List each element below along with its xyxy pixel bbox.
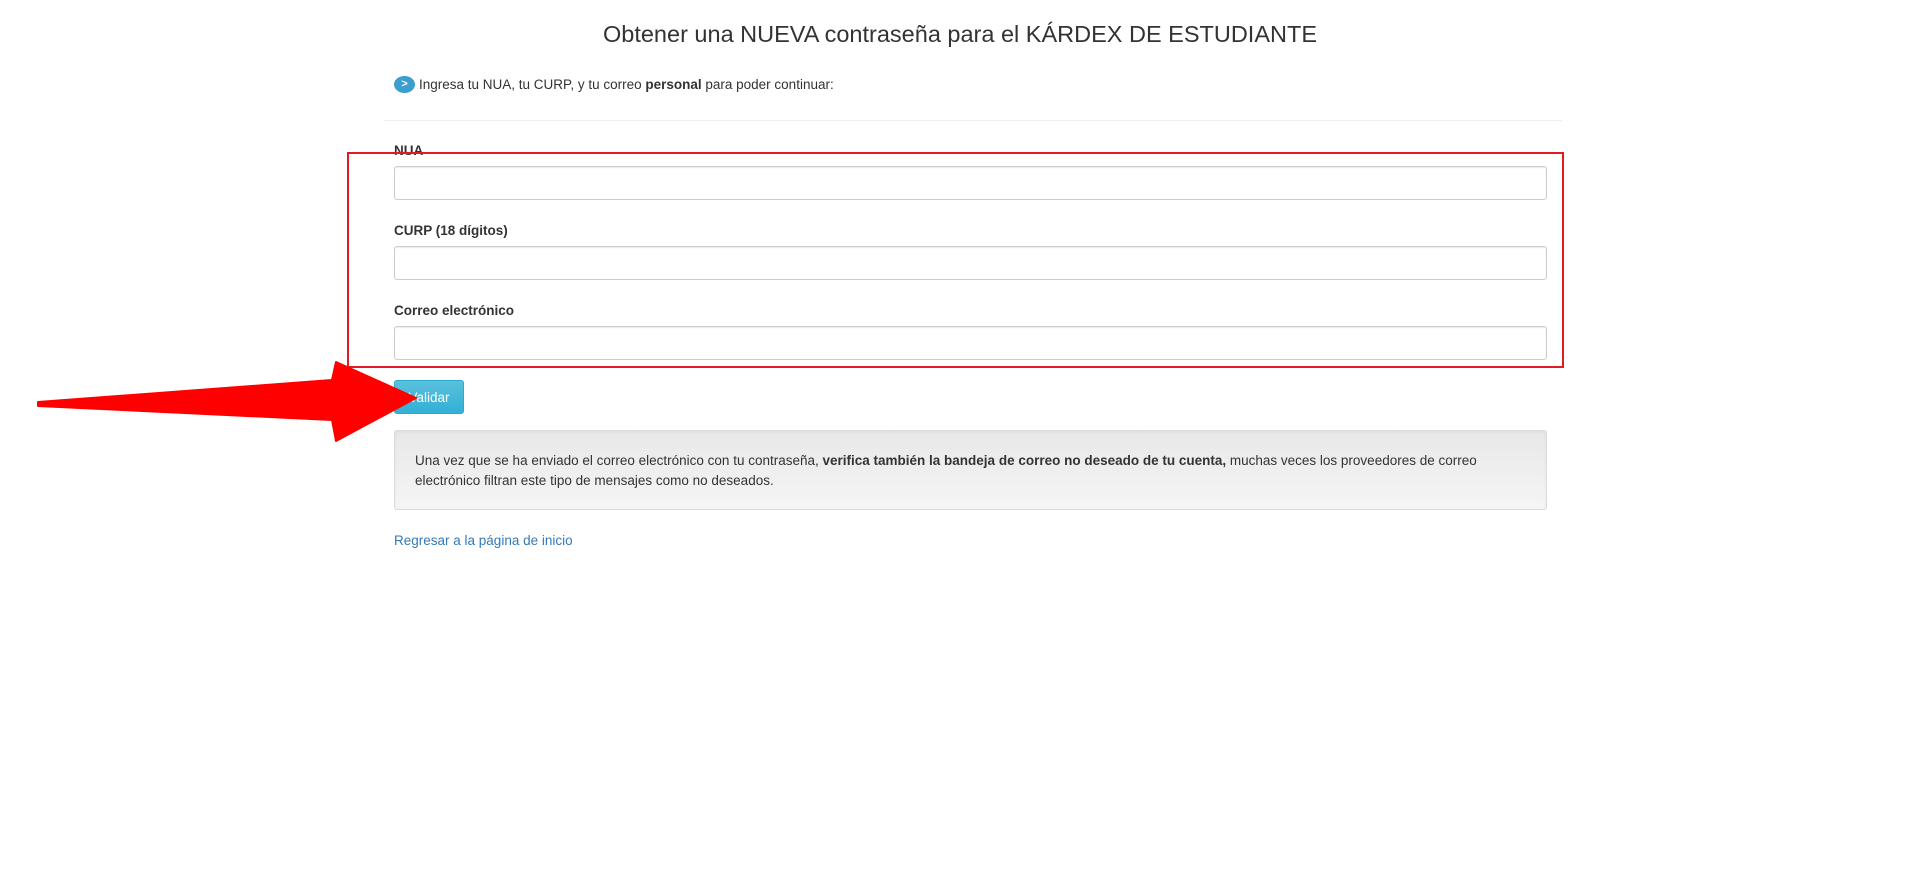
instruction-text-before: Ingresa tu NUA, tu CURP, y tu correo — [419, 76, 646, 92]
instruction-text-after: para poder continuar: — [701, 76, 834, 92]
nua-label: NUA — [394, 143, 424, 158]
spam-notice: Una vez que se ha enviado el correo elec… — [394, 430, 1547, 510]
email-input[interactable] — [394, 326, 1547, 360]
curp-label: CURP (18 dígitos) — [394, 223, 508, 238]
chevron-right-icon: > — [394, 75, 415, 93]
instruction-text: > Ingresa tu NUA, tu CURP, y tu correo p… — [394, 74, 834, 94]
nua-input[interactable] — [394, 166, 1547, 200]
notice-text-bold: verifica también la bandeja de correo no… — [822, 453, 1227, 468]
page-title: Obtener una NUEVA contraseña para el KÁR… — [602, 21, 1317, 47]
email-label: Correo electrónico — [394, 303, 515, 318]
validate-button[interactable]: Validar — [394, 380, 464, 414]
notice-text-before: Una vez que se ha enviado el correo elec… — [415, 453, 823, 468]
section-divider — [384, 120, 1562, 121]
curp-input[interactable] — [394, 246, 1547, 280]
red-arrow-shape — [37, 361, 417, 442]
home-link[interactable]: Regresar a la página de inicio — [394, 532, 573, 550]
instruction-text-bold: personal — [645, 76, 702, 92]
